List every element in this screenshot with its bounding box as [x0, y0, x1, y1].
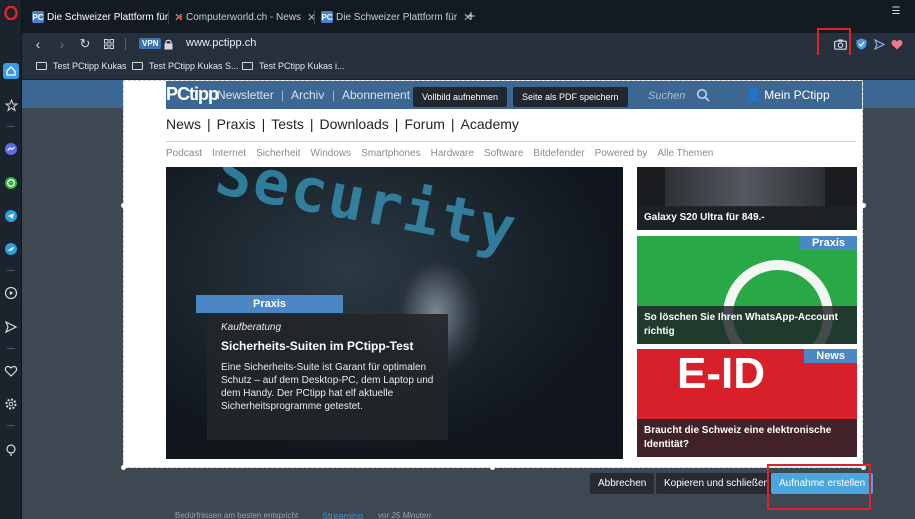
home-icon[interactable] — [3, 63, 19, 79]
tab-label: Computerworld.ch - News — [186, 11, 302, 23]
subnav-alle-themen[interactable]: Alle Themen — [657, 148, 713, 159]
folder-icon — [242, 62, 253, 70]
sidebar — [0, 0, 22, 519]
teaser-title: Braucht die Schweiz eine elektronische I… — [637, 419, 857, 457]
messenger-icon[interactable] — [3, 141, 19, 157]
subnav-sicherheit[interactable]: Sicherheit — [256, 148, 300, 159]
full-page-capture-button[interactable]: Vollbild aufnehmen — [413, 87, 508, 107]
back-arrow-icon[interactable]: ‹ — [30, 36, 46, 52]
category-badge[interactable]: Praxis — [196, 295, 343, 313]
flow-arrow-icon[interactable] — [871, 36, 887, 52]
hero-card[interactable]: Kaufberatung Sicherheits-Suiten im PCtip… — [207, 314, 448, 440]
whatsapp-icon[interactable] — [3, 175, 19, 191]
my-flow-heart-icon[interactable] — [889, 36, 905, 52]
tab-menu-icon[interactable]: ☰ — [888, 3, 904, 19]
subnav-powered-by[interactable]: Powered by — [595, 148, 648, 159]
headline[interactable]: Sicherheits-Suiten im PCtipp-Test — [221, 339, 434, 353]
subnav-podcast[interactable]: Podcast — [166, 148, 202, 159]
nav-tests[interactable]: Tests — [271, 116, 304, 132]
computerworld-favicon-icon — [178, 15, 182, 19]
teaser-whatsapp[interactable]: Praxis So löschen Sie Ihren WhatsApp-Acc… — [637, 236, 857, 344]
save-as-pdf-button[interactable]: Seite als PDF speichern — [513, 87, 628, 107]
capture-highlight-box — [767, 464, 871, 510]
copy-and-close-button[interactable]: Kopieren und schließen — [656, 473, 778, 494]
mein-pctipp-link[interactable]: 👤 Mein PCtipp — [746, 88, 830, 102]
bookmark-folder-2[interactable]: Test PCtipp Kukas S... — [132, 61, 239, 71]
sub-navigation: Podcast Internet Sicherheit Windows Smar… — [166, 148, 723, 159]
folder-icon — [132, 62, 143, 70]
bookmarks-bar: Test PCtipp Kukas Test PCtipp Kukas S...… — [22, 55, 915, 80]
subnav-hardware[interactable]: Hardware — [431, 148, 474, 159]
teaser-title: Galaxy S20 Ultra für 849.- — [637, 206, 857, 230]
page-footer-text: Bedürfnissen am besten entspricht — [175, 511, 299, 519]
praxis-badge[interactable]: Praxis — [799, 236, 857, 250]
nav-praxis[interactable]: Praxis — [217, 116, 256, 132]
resize-handle-bottom-left[interactable] — [121, 465, 126, 470]
eid-image-text: E-ID — [677, 349, 765, 398]
lead-text: Eine Sicherheits-Suite ist Garant für op… — [221, 362, 434, 412]
flow-send-icon[interactable] — [3, 319, 19, 335]
reload-icon[interactable]: ↻ — [77, 36, 93, 52]
tab-pctipp-1[interactable]: PC Die Schweizer Plattform für ✕ — [26, 7, 183, 27]
folder-icon — [36, 62, 47, 70]
pctipp-logo[interactable]: PCtipp — [166, 84, 219, 105]
vpn-badge[interactable]: VPN — [139, 38, 162, 49]
page-footer-link[interactable]: Streaming — [322, 511, 363, 519]
teaser-title: So löschen Sie Ihren WhatsApp-Account ri… — [637, 306, 857, 344]
user-icon: 👤 — [746, 88, 761, 102]
kicker: Kaufberatung — [221, 322, 282, 333]
teaser-galaxy[interactable]: Galaxy S20 Ultra für 849.- — [637, 167, 857, 230]
shield-check-icon[interactable] — [853, 36, 869, 52]
subnav-smartphones[interactable]: Smartphones — [361, 148, 420, 159]
search-icon[interactable] — [696, 88, 710, 102]
hero-image-text: Security — [210, 167, 523, 266]
new-tab-plus-icon[interactable]: + — [463, 8, 479, 25]
site-top-bar: PCtipp Newsletter | Archiv | Abonnement … — [166, 81, 862, 109]
site-search-input[interactable]: Suchen — [648, 90, 685, 102]
url-field[interactable]: www.pctipp.ch — [186, 37, 256, 49]
speed-dial-grid-icon[interactable] — [101, 36, 117, 52]
resize-handle-left[interactable] — [121, 203, 126, 208]
subnav-windows[interactable]: Windows — [311, 148, 352, 159]
page-footer-time: vor 25 Minuten — [378, 511, 431, 519]
subnav-software[interactable]: Software — [484, 148, 523, 159]
pctipp-favicon-icon: PC — [32, 11, 44, 23]
heart-icon[interactable] — [3, 363, 19, 379]
forward-arrow-icon[interactable]: › — [54, 36, 70, 52]
twitter-icon[interactable] — [3, 241, 19, 257]
tab-bar: PC Die Schweizer Plattform für ✕ Compute… — [22, 0, 915, 33]
lightbulb-icon[interactable] — [3, 442, 19, 458]
news-badge[interactable]: News — [804, 349, 857, 363]
pctipp-favicon-icon: PC — [321, 11, 333, 23]
subnav-internet[interactable]: Internet — [212, 148, 246, 159]
tab-pctipp-2[interactable]: PC Die Schweizer Plattform für ✕ — [315, 7, 472, 27]
hero-article[interactable]: Security Praxis Kaufberatung Sicherheits… — [166, 167, 623, 459]
resize-handle-bottom[interactable] — [490, 465, 495, 470]
tab-computerworld[interactable]: Computerworld.ch - News ✕ — [172, 7, 316, 27]
nav-downloads[interactable]: Downloads — [320, 116, 389, 132]
newsletter-link[interactable]: Newsletter — [217, 88, 274, 102]
tab-label: Die Schweizer Plattform für — [47, 11, 169, 23]
teaser-eid[interactable]: E-ID News Braucht die Schweiz eine elekt… — [637, 349, 857, 457]
cancel-button[interactable]: Abbrechen — [590, 473, 655, 494]
lock-icon[interactable] — [160, 36, 176, 52]
opera-logo-icon[interactable] — [3, 5, 19, 21]
nav-forum[interactable]: Forum — [404, 116, 444, 132]
tab-label: Die Schweizer Plattform für — [336, 11, 458, 23]
abonnement-link[interactable]: Abonnement — [342, 88, 410, 102]
address-bar: ‹ › ↻ VPN www.pctipp.ch — [22, 28, 915, 64]
bookmarks-star-icon[interactable] — [3, 97, 19, 113]
main-navigation: News | Praxis | Tests | Downloads | Forum | A… — [166, 116, 519, 132]
player-icon[interactable] — [3, 285, 19, 301]
nav-academy[interactable]: Academy — [461, 116, 519, 132]
subnav-bitdefender[interactable]: Bitdefender — [533, 148, 584, 159]
archiv-link[interactable]: Archiv — [291, 88, 324, 102]
telegram-icon[interactable] — [3, 208, 19, 224]
resize-handle-right[interactable] — [861, 203, 866, 208]
snapshot-selection[interactable]: PCtipp Newsletter | Archiv | Abonnement … — [123, 80, 863, 468]
nav-news[interactable]: News — [166, 116, 201, 132]
settings-gear-icon[interactable] — [3, 396, 19, 412]
bookmark-folder-3[interactable]: Test PCtipp Kukas i... — [242, 61, 345, 71]
bookmark-folder-1[interactable]: Test PCtipp Kukas — [36, 61, 127, 71]
